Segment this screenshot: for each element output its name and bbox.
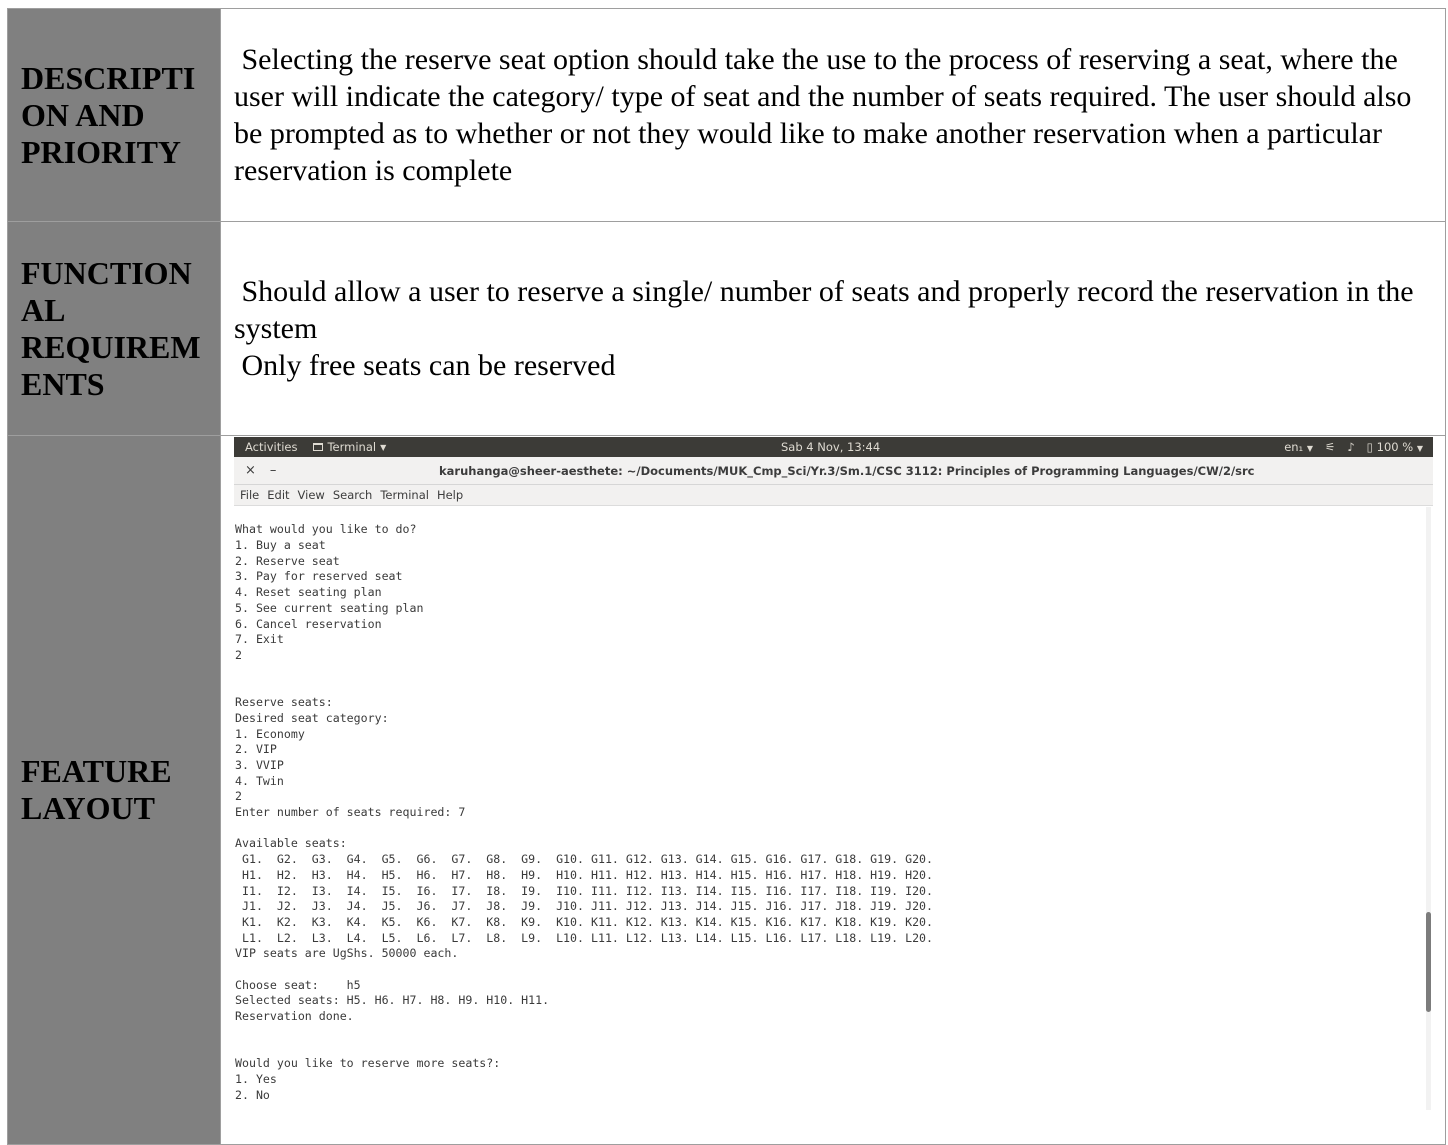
content-cell: Selecting the reserve seat option should… [220,7,1446,223]
row-label-description: DESCRIPTI ON AND PRIORITY [21,59,196,170]
menu-edit[interactable]: Edit [267,488,289,502]
app-menu[interactable]: Terminal ▼ [313,440,386,454]
activities-button[interactable]: Activities [245,440,297,454]
battery-indicator: ▯ 100 % ▼ [1366,440,1423,455]
scrollbar-thumb[interactable] [1426,912,1431,1013]
chevron-down-icon: ▼ [1306,444,1313,454]
system-tray[interactable]: en₁ ▼ ⚟ ♪ ▯ 100 % ▼ [1284,440,1423,454]
clock[interactable]: Sab 4 Nov, 13:44 [781,440,880,454]
window-title: karuhanga@sheer-aesthete: ~/Documents/MU… [439,463,1255,478]
label-cell: FUNCTION AL REQUIREM ENTS [7,221,221,437]
terminal-output[interactable]: What would you like to do? 1. Buy a seat… [234,507,1421,1110]
language-indicator[interactable]: en₁ ▼ [1284,440,1313,454]
terminal-screenshot: Activities Terminal ▼ Sab 4 Nov, 13:44 e… [234,437,1433,1111]
menu-file[interactable]: File [240,488,259,502]
menu-search[interactable]: Search [333,488,373,502]
terminal-menu-bar: File Edit View Search Terminal Help [234,485,1433,507]
chevron-down-icon: ▼ [1416,444,1423,454]
functional-requirements-text: Should allow a user to reserve a single/… [234,275,1414,383]
description-text: Selecting the reserve seat option should… [234,43,1419,188]
minimize-icon[interactable]: – [270,463,277,478]
label-cell: FEATURE LAYOUT [7,435,221,1145]
app-menu-label: Terminal [327,440,377,455]
battery-icon: ▯ [1366,440,1373,455]
scrollbar[interactable] [1426,507,1431,1111]
menu-help[interactable]: Help [437,488,463,502]
terminal-icon [313,443,324,452]
content-cell: Activities Terminal ▼ Sab 4 Nov, 13:44 e… [220,435,1446,1145]
table-row-description: DESCRIPTI ON AND PRIORITY Selecting the … [7,7,1446,223]
chevron-down-icon: ▼ [380,442,387,452]
menu-terminal[interactable]: Terminal [380,488,429,502]
wifi-icon: ⚟ [1324,440,1336,455]
row-label-feature-layout: FEATURE LAYOUT [21,753,172,827]
menu-view[interactable]: View [298,488,325,502]
volume-icon: ♪ [1347,440,1355,455]
row-label-functional-requirements: FUNCTION AL REQUIREM ENTS [21,254,201,402]
table-row-feature-layout: FEATURE LAYOUT Activities Terminal ▼ Sab… [7,435,1446,1145]
label-cell: DESCRIPTI ON AND PRIORITY [7,7,221,223]
system-top-bar: Activities Terminal ▼ Sab 4 Nov, 13:44 e… [234,437,1433,458]
table-row-functional-requirements: FUNCTION AL REQUIREM ENTS Should allow a… [7,221,1446,437]
requirements-table: DESCRIPTI ON AND PRIORITY Selecting the … [7,7,1446,1145]
content-cell: Should allow a user to reserve a single/… [220,221,1446,437]
window-title-bar: × – karuhanga@sheer-aesthete: ~/Document… [234,457,1433,486]
close-icon[interactable]: × [245,463,256,478]
